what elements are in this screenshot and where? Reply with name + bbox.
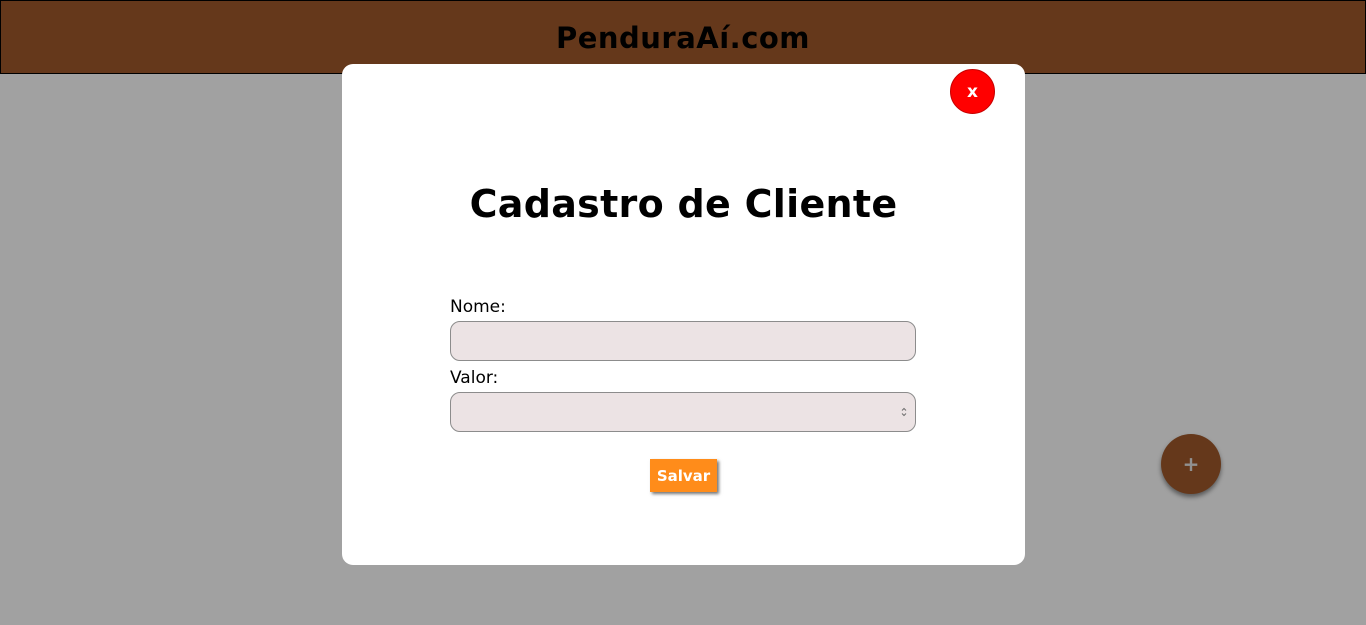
- valor-label: Valor:: [450, 368, 499, 388]
- close-modal-button[interactable]: x: [950, 69, 995, 114]
- nome-input[interactable]: [450, 321, 916, 361]
- nome-label: Nome:: [450, 297, 506, 317]
- valor-number-input[interactable]: [450, 392, 916, 432]
- client-register-modal: x Cadastro de Cliente Nome: Valor: Salva…: [342, 64, 1025, 565]
- save-button[interactable]: Salvar: [650, 459, 717, 492]
- modal-title: Cadastro de Cliente: [469, 182, 898, 226]
- app-page: PenduraAí.com + x Cadastro de Cliente No…: [0, 0, 1366, 625]
- number-spinner-icon[interactable]: [901, 406, 907, 418]
- close-icon: x: [967, 81, 978, 102]
